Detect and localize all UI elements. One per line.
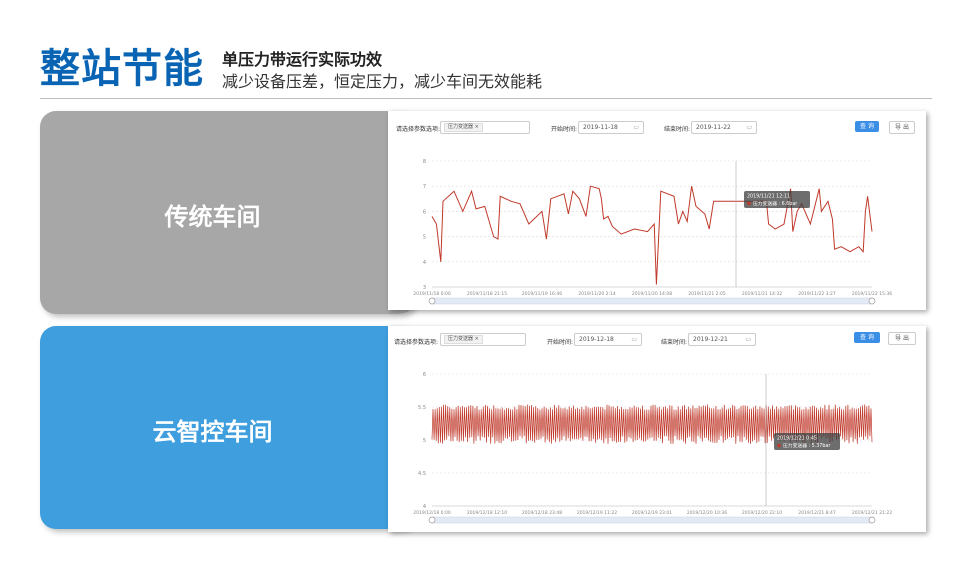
y-tick-label: 3 [423, 285, 426, 291]
y-tick-label: 6 [423, 372, 426, 378]
x-tick-label: 2019/11/18 21:15 [467, 291, 507, 297]
x-tick-label: 2019/12/21 8:47 [798, 510, 836, 516]
tooltip-series-dot [747, 201, 751, 206]
traditional-workshop-band: 传统车间 [40, 111, 415, 314]
pressure-chart-smart[interactable]: 4 4.5 5 5.5 6 2019/12/18 0:00 2019/12/18 12:10… [388, 326, 926, 532]
page-title: 整站节能 [40, 46, 204, 92]
x-tick-label: 2019/11/21 2:05 [688, 291, 726, 297]
band-label-smart: 云智控车间 [152, 418, 273, 446]
x-tick-label: 2019/12/20 22:10 [742, 510, 782, 516]
y-tick-label: 6 [423, 209, 426, 215]
zoom-slider [431, 297, 873, 305]
tooltip-series-dot [777, 443, 781, 448]
y-tick-label: 8 [423, 159, 426, 165]
zoom-handle-left[interactable] [428, 516, 436, 524]
x-tick-label: 2019/12/19 11:22 [577, 510, 617, 516]
title-divider [40, 98, 932, 99]
x-tick-label: 2019/12/20 10:36 [687, 510, 727, 516]
smart-workshop-band: 云智控车间 [40, 326, 415, 529]
zoom-slider [431, 516, 873, 524]
x-tick-label: 2019/12/18 12:10 [467, 510, 507, 516]
x-tick-label: 2019/12/18 23:48 [522, 510, 562, 516]
tooltip-time: 2019/11/21 12:11 [747, 194, 790, 200]
x-tick-label: 2019/11/21 14:32 [742, 291, 782, 297]
page-subtitle: 单压力带运行实际功效 [222, 50, 383, 69]
tooltip-value: 压力变送器 : 5.37bar [783, 442, 830, 449]
x-tick-label: 2019/11/20 14:08 [632, 291, 672, 297]
x-tick-label: 2019/12/21 21:22 [852, 510, 892, 516]
x-tick-label: 2019/11/19 16:46 [522, 291, 562, 297]
page-description: 减少设备压差，恒定压力，减少车间无效能耗 [222, 72, 543, 91]
pressure-chart-traditional[interactable]: 3 4 5 6 7 8 2019/11/18 0:00 2019/11/18 21:15 201… [388, 111, 926, 310]
y-tick-label: 5 [423, 438, 426, 444]
x-tick-label: 2019/12/18 0:00 [413, 510, 451, 516]
band-label-traditional: 传统车间 [164, 203, 261, 231]
tooltip-value: 压力变送器 : 6.6bar [753, 200, 797, 207]
x-tick-label: 2019/11/20 2:14 [578, 291, 616, 297]
y-tick-label: 5.5 [418, 405, 426, 411]
x-tick-label: 2019/12/19 23:01 [632, 510, 672, 516]
x-tick-label: 2019/11/22 15:36 [852, 291, 892, 297]
x-tick-label: 2019/11/22 3:27 [798, 291, 836, 297]
y-tick-label: 4.5 [418, 471, 426, 477]
y-tick-label: 4 [423, 504, 426, 510]
y-tick-label: 7 [423, 184, 426, 190]
traditional-chart-panel: 请选择参数选项: 压力变送器 × 开始时间: 2019-11-18 ▭ 结束时间:… [388, 111, 926, 310]
y-tick-label: 5 [423, 235, 426, 241]
zoom-handle-right[interactable] [868, 297, 876, 305]
smart-chart-panel: 请选择参数选项: 压力变送器 × 开始时间: 2019-12-18 ▭ 结束时间:… [388, 326, 926, 532]
y-tick-label: 4 [423, 260, 426, 266]
x-tick-label: 2019/11/18 0:00 [413, 291, 451, 297]
zoom-handle-right[interactable] [868, 516, 876, 524]
zoom-handle-left[interactable] [428, 297, 436, 305]
tooltip-time: 2019/12/21 0:45 [777, 436, 817, 442]
